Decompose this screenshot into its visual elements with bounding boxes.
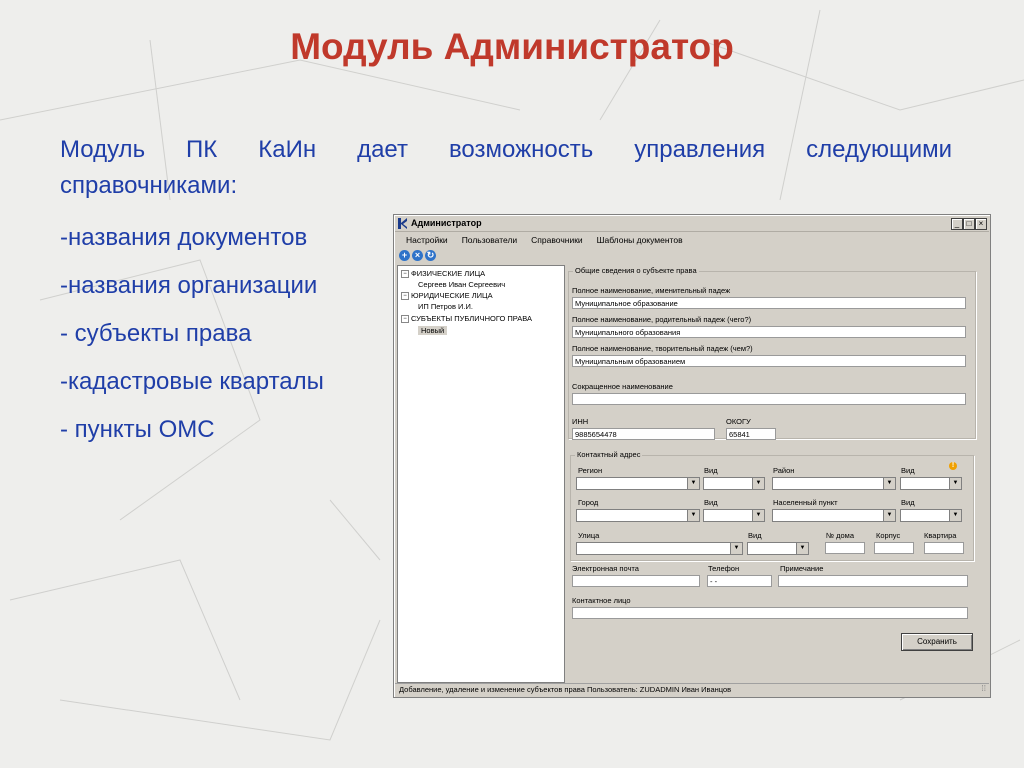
house-label: № дома xyxy=(826,531,855,540)
refresh-icon[interactable]: ↻ xyxy=(425,250,436,261)
full-nom-label: Полное наименование, именительный падеж xyxy=(572,286,731,295)
collapse-icon[interactable]: − xyxy=(401,315,409,324)
chevron-down-icon: ▼ xyxy=(752,478,764,489)
bullet-item: - субъекты права xyxy=(60,320,252,347)
chevron-down-icon: ▼ xyxy=(730,543,742,554)
district-select[interactable]: ▼ xyxy=(772,477,896,490)
phone-label: Телефон xyxy=(708,564,740,573)
tree-node-public[interactable]: − СУБЪЕКТЫ ПУБЛИЧНОГО ПРАВА xyxy=(401,314,532,324)
settlement-select[interactable]: ▼ xyxy=(772,509,896,522)
street-type-label: Вид xyxy=(748,531,762,540)
warning-icon: ! xyxy=(949,462,957,470)
intro-text: Модуль ПК КаИн дает возможность управлен… xyxy=(60,136,952,163)
save-button[interactable]: Сохранить xyxy=(901,633,973,651)
street-label: Улица xyxy=(578,531,600,540)
full-gen-input[interactable]: Муниципального образования xyxy=(572,326,966,338)
email-label: Электронная почта xyxy=(572,564,639,573)
tree-node-physical[interactable]: − ФИЗИЧЕСКИЕ ЛИЦА xyxy=(401,269,485,279)
city-select[interactable]: ▼ xyxy=(576,509,700,522)
window-titlebar[interactable]: Администратор _ □ × xyxy=(395,216,989,232)
settlement-type-label: Вид xyxy=(901,498,915,507)
full-gen-label: Полное наименование, родительный падеж (… xyxy=(572,315,752,324)
district-type-select[interactable]: ▼ xyxy=(900,477,962,490)
contact-person-label: Контактное лицо xyxy=(572,596,631,605)
settlement-label: Населенный пункт xyxy=(773,498,838,507)
chevron-down-icon: ▼ xyxy=(796,543,808,554)
inn-label: ИНН xyxy=(572,417,589,426)
contact-person-input[interactable] xyxy=(572,607,968,619)
city-type-select[interactable]: ▼ xyxy=(703,509,765,522)
tree-node-legal[interactable]: − ЮРИДИЧЕСКИЕ ЛИЦА xyxy=(401,291,493,301)
flat-label: Квартира xyxy=(924,531,957,540)
menu-directories[interactable]: Справочники xyxy=(531,235,583,245)
bullet-item: -названия документов xyxy=(60,224,308,251)
okogu-input[interactable]: 65841 xyxy=(726,428,776,440)
minimize-button[interactable]: _ xyxy=(951,218,963,230)
status-bar: Добавление, удаление и изменение субъект… xyxy=(395,683,989,696)
tree-node-physical-child[interactable]: Сергеев Иван Сергеевич xyxy=(418,280,505,289)
chevron-down-icon: ▼ xyxy=(883,478,895,489)
region-select[interactable]: ▼ xyxy=(576,477,700,490)
delete-icon[interactable]: × xyxy=(412,250,423,261)
full-nom-input[interactable]: Муниципальное образование xyxy=(572,297,966,309)
menu-bar: Настройки Пользователи Справочники Шаблоны … xyxy=(398,235,689,247)
okogu-label: ОКОГУ xyxy=(726,417,751,426)
chevron-down-icon: ▼ xyxy=(687,478,699,489)
tree-node-legal-child[interactable]: ИП Петров И.И. xyxy=(418,302,473,311)
region-type-label: Вид xyxy=(704,466,718,475)
settlement-type-select[interactable]: ▼ xyxy=(900,509,962,522)
chevron-down-icon: ▼ xyxy=(949,478,961,489)
menu-settings[interactable]: Настройки xyxy=(406,235,448,245)
collapse-icon[interactable]: − xyxy=(401,270,409,279)
building-input[interactable] xyxy=(874,542,914,554)
chevron-down-icon: ▼ xyxy=(949,510,961,521)
subjects-tree: − ФИЗИЧЕСКИЕ ЛИЦА Сергеев Иван Сергеевич … xyxy=(397,265,565,683)
details-panel: Общие сведения о субъекте права Полное н… xyxy=(568,265,984,679)
toolbar: + × ↻ xyxy=(399,250,438,261)
short-name-label: Сокращенное наименование xyxy=(572,382,673,391)
address-legend: Контактный адрес xyxy=(575,450,643,459)
region-type-select[interactable]: ▼ xyxy=(703,477,765,490)
collapse-icon[interactable]: − xyxy=(401,292,409,301)
district-label: Район xyxy=(773,466,795,475)
email-input[interactable] xyxy=(572,575,700,587)
city-label: Город xyxy=(578,498,599,507)
chevron-down-icon: ▼ xyxy=(883,510,895,521)
flat-input[interactable] xyxy=(924,542,964,554)
bullet-item: -названия организации xyxy=(60,272,318,299)
district-type-label: Вид xyxy=(901,466,915,475)
intro-text-cont: справочниками: xyxy=(60,172,238,199)
note-input[interactable] xyxy=(778,575,968,587)
maximize-button[interactable]: □ xyxy=(963,218,975,230)
bullet-item: -кадастровые кварталы xyxy=(60,368,324,395)
tree-node-public-child[interactable]: Новый xyxy=(418,326,448,335)
bullet-item: - пункты ОМС xyxy=(60,416,215,443)
chevron-down-icon: ▼ xyxy=(752,510,764,521)
menu-templates[interactable]: Шаблоны документов xyxy=(597,235,683,245)
street-select[interactable]: ▼ xyxy=(576,542,743,555)
city-type-label: Вид xyxy=(704,498,718,507)
app-icon xyxy=(398,218,407,229)
building-label: Корпус xyxy=(876,531,901,540)
chevron-down-icon: ▼ xyxy=(687,510,699,521)
region-label: Регион xyxy=(578,466,603,475)
bullet-list: -названия документов -названия организац… xyxy=(60,222,324,462)
admin-window: Администратор _ □ × Настройки Пользовател… xyxy=(393,214,991,698)
resize-grip-icon[interactable]: ⁞⁞ xyxy=(982,683,986,695)
close-button[interactable]: × xyxy=(975,218,987,230)
short-name-input[interactable] xyxy=(572,393,966,405)
menu-users[interactable]: Пользователи xyxy=(462,235,517,245)
phone-input[interactable]: - - xyxy=(707,575,772,587)
inn-input[interactable]: 9885654478 xyxy=(572,428,715,440)
add-icon[interactable]: + xyxy=(399,250,410,261)
house-input[interactable] xyxy=(825,542,865,554)
slide-title: Модуль Администратор xyxy=(290,26,734,67)
general-legend: Общие сведения о субъекте права xyxy=(573,266,699,275)
full-ins-label: Полное наименование, творительный падеж … xyxy=(572,344,753,353)
full-ins-input[interactable]: Муниципальным образованием xyxy=(572,355,966,367)
street-type-select[interactable]: ▼ xyxy=(747,542,809,555)
note-label: Примечание xyxy=(780,564,824,573)
status-text: Добавление, удаление и изменение субъект… xyxy=(399,685,732,694)
window-title: Администратор xyxy=(411,218,482,228)
